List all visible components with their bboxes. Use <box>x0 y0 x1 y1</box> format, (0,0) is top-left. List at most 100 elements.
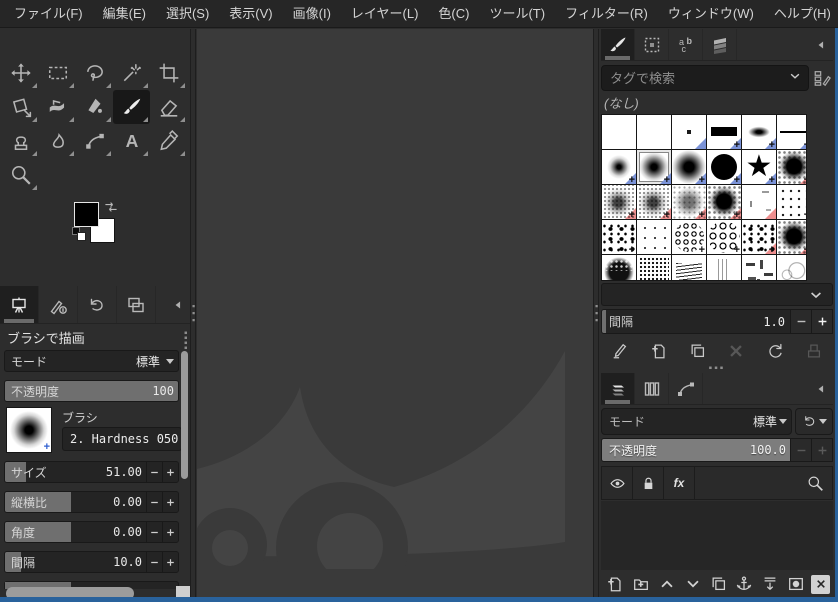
brush-cell-tex-hatch[interactable] <box>672 255 706 280</box>
brush-cell-tex-soft[interactable]: + <box>672 185 706 219</box>
zoom-tool[interactable] <box>2 158 39 192</box>
brush-cell-tex-grain[interactable] <box>637 255 671 280</box>
menu-file[interactable]: ファイル(F) <box>4 0 93 28</box>
move-tool[interactable] <box>2 56 39 90</box>
tab-patterns[interactable] <box>635 29 669 60</box>
tag-search-input[interactable] <box>602 70 788 86</box>
brush-cell-solid-circle[interactable]: + <box>707 150 741 184</box>
fuzzy-select-tool[interactable] <box>113 56 150 90</box>
canvas-area[interactable] <box>197 29 593 597</box>
brush-list-expander[interactable] <box>601 283 833 306</box>
edit-brush-button[interactable] <box>608 339 632 363</box>
tab-undo-history[interactable] <box>78 286 117 323</box>
spacing-decrement-button[interactable] <box>791 309 812 334</box>
refresh-brushes-button[interactable] <box>763 339 787 363</box>
new-layer-button[interactable] <box>604 573 626 595</box>
dock-menu-button[interactable] <box>809 373 833 404</box>
brush-cell-blank[interactable] <box>637 115 671 149</box>
menu-windows[interactable]: ウィンドウ(W) <box>658 0 764 28</box>
brush-cell-tex-cells[interactable]: + <box>707 220 741 254</box>
brush-cell-tex-dense[interactable]: + <box>777 220 806 254</box>
merge-down-button[interactable] <box>759 573 781 595</box>
angle-increment-button[interactable] <box>162 522 178 542</box>
brush-cell-tex-sketch[interactable] <box>777 255 806 280</box>
left-dock-splitter[interactable]: ▪ ▪ ▪ <box>190 29 196 597</box>
smudge-tool[interactable] <box>39 124 76 158</box>
layer-mode-reset-button[interactable] <box>795 408 833 435</box>
delete-brush-button[interactable] <box>724 339 748 363</box>
right-dock-splitter[interactable]: ▪ ▪ ▪ <box>593 29 599 597</box>
brush-thumbnail[interactable]: + <box>6 407 52 453</box>
paint-mode-dropdown[interactable]: モード 標準 <box>4 350 179 372</box>
slider-aspect-ratio[interactable]: 縦横比 0.00 <box>4 491 179 513</box>
layer-search-bar[interactable] <box>694 466 833 500</box>
text-tool[interactable]: A <box>113 124 150 158</box>
new-layer-group-button[interactable] <box>630 573 652 595</box>
brush-cell-blank[interactable] <box>602 115 636 149</box>
brush-selector[interactable]: + ブラシ 2. Hardness 050 <box>4 407 188 455</box>
brush-cell-tex-chalk[interactable]: + <box>637 185 671 219</box>
open-brush-as-image-button[interactable] <box>802 339 826 363</box>
free-select-tool[interactable] <box>76 56 113 90</box>
color-picker-tool[interactable] <box>150 124 187 158</box>
delete-layer-button[interactable] <box>811 574 830 594</box>
brush-cell-tex-dense[interactable]: + <box>707 185 741 219</box>
size-decrement-button[interactable] <box>146 462 162 482</box>
menu-edit[interactable]: 編集(E) <box>93 0 156 28</box>
layer-opacity-decrement-button[interactable] <box>791 438 812 462</box>
raise-layer-button[interactable] <box>656 573 678 595</box>
brush-cell-soft-ellipse[interactable]: + <box>742 115 776 149</box>
tag-search-field[interactable] <box>601 65 809 91</box>
brush-cell-tex-halfdark[interactable] <box>602 255 636 280</box>
dock-menu-button[interactable] <box>809 29 833 60</box>
dock-menu-button[interactable] <box>166 286 190 323</box>
default-colors-swatch[interactable] <box>72 227 86 241</box>
tab-tool-options[interactable] <box>0 286 39 323</box>
anchor-layer-button[interactable] <box>733 573 755 595</box>
menu-select[interactable]: 選択(S) <box>156 0 219 28</box>
rectangle-select-tool[interactable] <box>39 56 76 90</box>
clone-tool[interactable] <box>2 124 39 158</box>
menu-layer[interactable]: レイヤー(L) <box>341 0 429 28</box>
brush-list-config-icon[interactable] <box>811 69 833 87</box>
aspect-ratio-increment-button[interactable] <box>162 492 178 512</box>
brush-cell-star[interactable]: ★ + <box>742 150 776 184</box>
spacing-increment-button[interactable] <box>812 309 833 334</box>
layer-mode-dropdown[interactable]: モード 標準 <box>601 408 792 435</box>
brush-cell-soft-small[interactable]: + <box>602 150 636 184</box>
foreground-color-swatch[interactable] <box>74 202 99 227</box>
add-layer-mask-button[interactable] <box>785 573 807 595</box>
brush-cell-tex-chalk[interactable]: + <box>602 185 636 219</box>
menu-view[interactable]: 表示(V) <box>219 0 282 28</box>
brush-cell-tex-sparse[interactable] <box>637 220 671 254</box>
menu-tools[interactable]: ツール(T) <box>479 0 555 28</box>
spacing-increment-button[interactable] <box>162 552 178 572</box>
slider-spacing[interactable]: 間隔 10.0 <box>4 551 179 573</box>
tab-paths[interactable] <box>669 373 703 404</box>
menu-image[interactable]: 画像(I) <box>283 0 341 28</box>
brush-cell-tex-net[interactable]: + <box>672 220 706 254</box>
slider-size[interactable]: サイズ 51.00 <box>4 461 179 483</box>
brush-cell-tex-pepper[interactable] <box>742 255 776 280</box>
tab-channels[interactable] <box>635 373 669 404</box>
layer-opacity-slider[interactable]: 不透明度 100.0 <box>601 438 791 462</box>
bucket-fill-tool[interactable] <box>39 90 76 124</box>
tab-images[interactable] <box>117 286 156 323</box>
menu-colors[interactable]: 色(C) <box>428 0 479 28</box>
brush-cell-tex-dense[interactable]: + <box>777 150 806 184</box>
ink-tool[interactable] <box>76 90 113 124</box>
brush-spacing-slider[interactable]: 間隔 1.0 <box>601 309 791 334</box>
panel-grip-dots[interactable]: ▪ ▪ ▪ ▪ <box>184 329 188 354</box>
size-increment-button[interactable] <box>162 462 178 482</box>
tab-brushes[interactable] <box>601 29 635 60</box>
layer-visibility-toggle[interactable] <box>601 466 632 500</box>
layer-opacity-increment-button[interactable] <box>812 438 833 462</box>
brush-cell-bar[interactable]: + <box>707 115 741 149</box>
brush-cell-soft-medium-selected[interactable]: + <box>637 150 671 184</box>
dock-splitter-handle[interactable]: ▪▪▪ <box>601 364 833 374</box>
lower-layer-button[interactable] <box>682 573 704 595</box>
tab-gradients[interactable] <box>703 29 737 60</box>
new-brush-button[interactable] <box>647 339 671 363</box>
transform-tool[interactable] <box>2 90 39 124</box>
brush-cell-soft-large[interactable]: + <box>672 150 706 184</box>
